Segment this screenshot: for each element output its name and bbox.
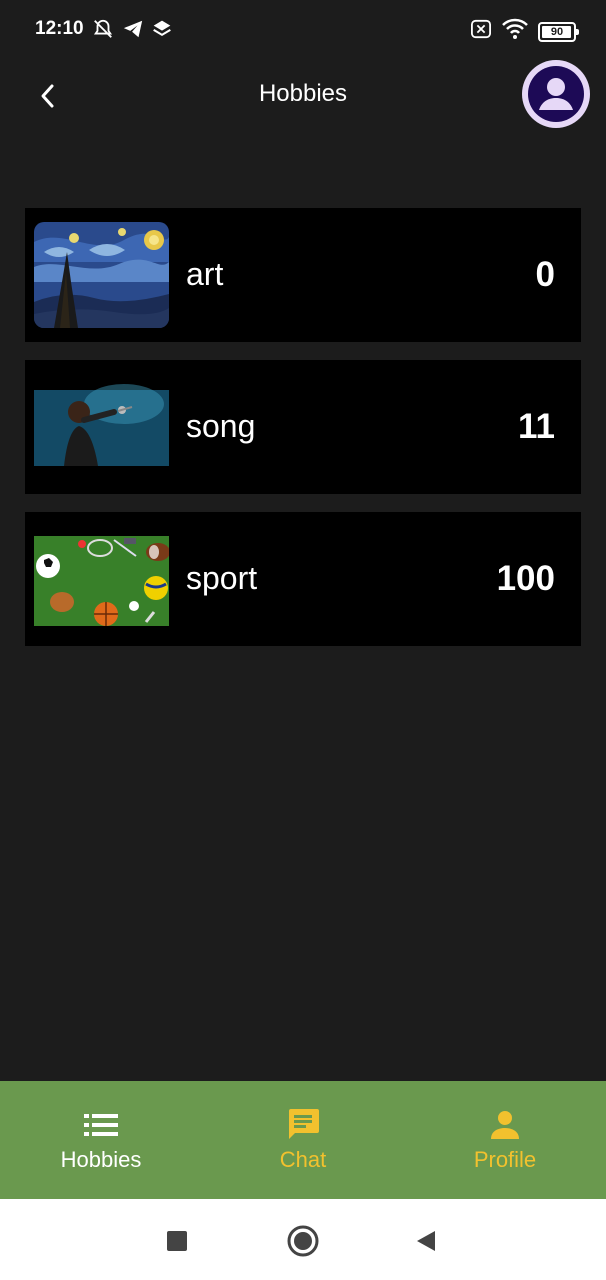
alarm-off-icon — [92, 18, 114, 45]
back-triangle-icon — [417, 1231, 435, 1251]
chat-icon — [285, 1107, 321, 1143]
hobby-card-art[interactable]: art 0 — [25, 208, 581, 342]
layers-icon — [152, 18, 172, 45]
nav-item-chat[interactable]: Chat — [202, 1081, 404, 1199]
battery-level: 90 — [550, 25, 564, 38]
status-icons-right: 90 — [470, 18, 579, 45]
wifi-icon — [502, 18, 528, 45]
nav-item-profile[interactable]: Profile — [404, 1081, 606, 1199]
status-bar: 12:10 90 — [0, 0, 606, 60]
status-time: 12:10 — [35, 18, 84, 39]
profile-avatar-button[interactable] — [522, 60, 590, 128]
battery-icon: 90 — [538, 21, 579, 42]
hobby-label: song — [186, 408, 256, 444]
nav-item-hobbies[interactable]: Hobbies — [0, 1081, 202, 1199]
hobby-card-sport[interactable]: sport 100 — [25, 512, 581, 646]
recents-button[interactable] — [157, 1221, 197, 1261]
person-icon — [489, 1107, 521, 1143]
list-icon — [84, 1107, 118, 1143]
nav-label-profile: Profile — [473, 1147, 537, 1172]
hobby-list: art 0 song 11 sport 100 — [25, 208, 581, 664]
home-button[interactable] — [283, 1221, 323, 1261]
home-circle-icon — [287, 1225, 319, 1257]
back-system-button[interactable] — [406, 1221, 446, 1261]
app-bar: Hobbies — [0, 60, 606, 130]
hobby-label: sport — [186, 560, 258, 596]
recents-square-icon — [167, 1231, 187, 1251]
sim-off-icon — [470, 19, 492, 44]
nav-label-hobbies: Hobbies — [60, 1147, 142, 1172]
telegram-icon — [122, 18, 144, 45]
hobby-label: art — [186, 256, 224, 292]
hobby-card-song[interactable]: song 11 — [25, 360, 581, 494]
bottom-navigation: Hobbies Chat Profile — [0, 1081, 606, 1199]
hobby-count: 11 — [518, 407, 555, 446]
status-icons-left — [92, 18, 172, 45]
page-title: Hobbies — [258, 80, 348, 107]
singer-thumbnail — [34, 374, 169, 480]
account-circle-icon — [528, 66, 584, 122]
nav-label-chat: Chat — [279, 1147, 327, 1172]
system-navigation-bar — [0, 1199, 606, 1280]
hobby-count: 0 — [535, 255, 555, 294]
sports-thumbnail — [34, 526, 170, 632]
starry-night-thumbnail — [34, 222, 169, 328]
hobby-count: 100 — [496, 559, 555, 598]
